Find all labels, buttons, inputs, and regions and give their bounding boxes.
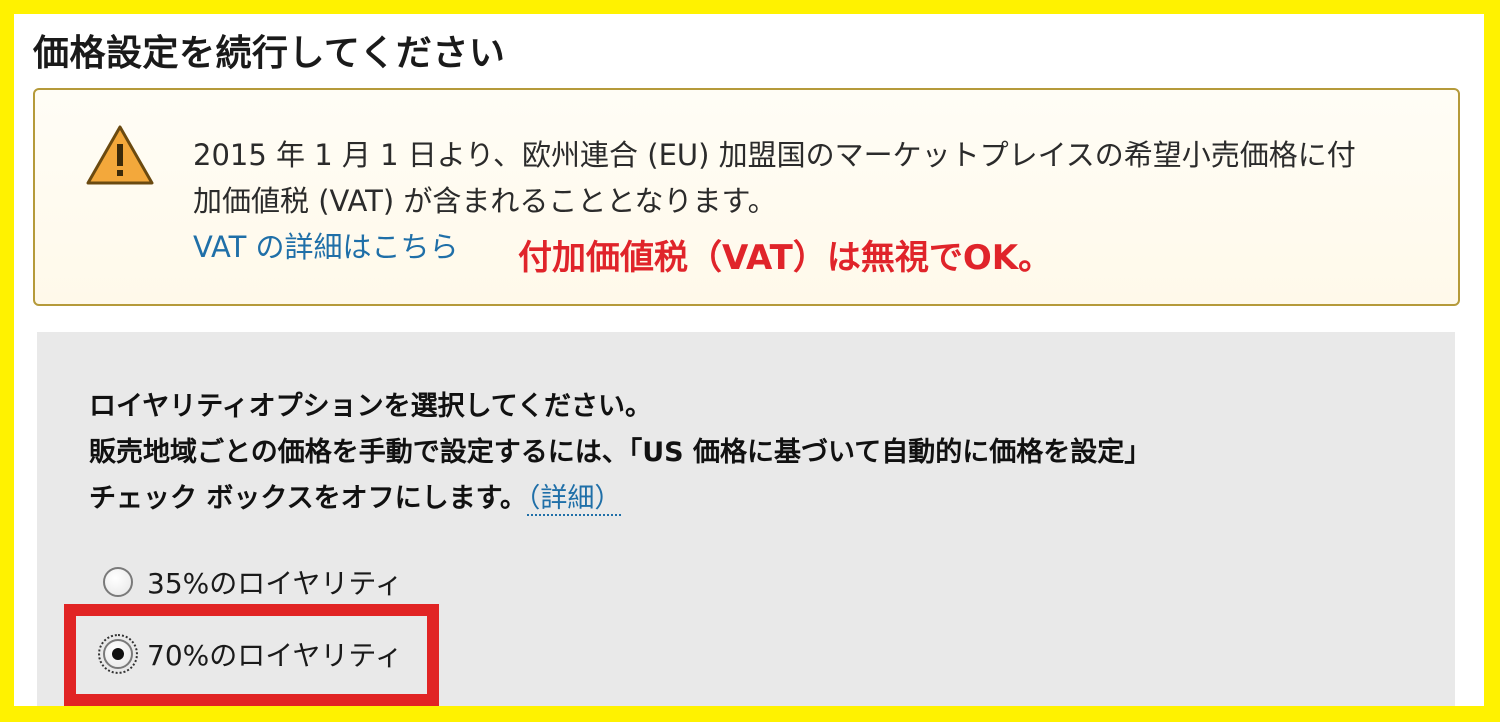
royalty-option-70[interactable]: 70%のロイヤリティ	[98, 634, 403, 674]
royalty-35-radio[interactable]	[103, 567, 133, 597]
instruction-line: 販売地域ごとの価格を手動で設定するには、「US 価格に基づいて自動的に価格を設定…	[89, 437, 1152, 468]
alert-line: 2015 年 1 月 1 日より、欧州連合 (EU) 加盟国のマーケットプレイス…	[193, 138, 1356, 172]
vat-details-link[interactable]: VAT の詳細はこちら	[193, 224, 459, 266]
instruction-line: ロイヤリティオプションを選択してください。	[89, 391, 652, 422]
royalty-option-35[interactable]: 35%のロイヤリティ	[103, 562, 403, 602]
royalty-instructions: ロイヤリティオプションを選択してください。 販売地域ごとの価格を手動で設定するに…	[89, 384, 1151, 522]
warning-triangle-icon	[86, 125, 154, 185]
instruction-line-with-link: チェック ボックスをオフにします。（詳細）	[89, 476, 1151, 522]
instruction-line-text: チェック ボックスをオフにします。	[89, 483, 527, 514]
page-title: 価格設定を続行してください	[33, 33, 506, 74]
alert-message: 2015 年 1 月 1 日より、欧州連合 (EU) 加盟国のマーケットプレイス…	[193, 132, 1433, 224]
details-link[interactable]: （詳細）	[526, 483, 622, 516]
royalty-35-label: 35%のロイヤリティ	[147, 567, 403, 600]
vat-alert-box: 2015 年 1 月 1 日より、欧州連合 (EU) 加盟国のマーケットプレイス…	[33, 88, 1460, 306]
royalty-option-panel: ロイヤリティオプションを選択してください。 販売地域ごとの価格を手動で設定するに…	[37, 332, 1455, 706]
vat-annotation: 付加価値税（VAT）は無視でOK。	[518, 238, 1053, 278]
royalty-70-radio[interactable]	[98, 634, 138, 674]
royalty-70-label: 70%のロイヤリティ	[147, 639, 403, 672]
alert-line: 加価値税 (VAT) が含まれることとなります。	[193, 184, 777, 218]
